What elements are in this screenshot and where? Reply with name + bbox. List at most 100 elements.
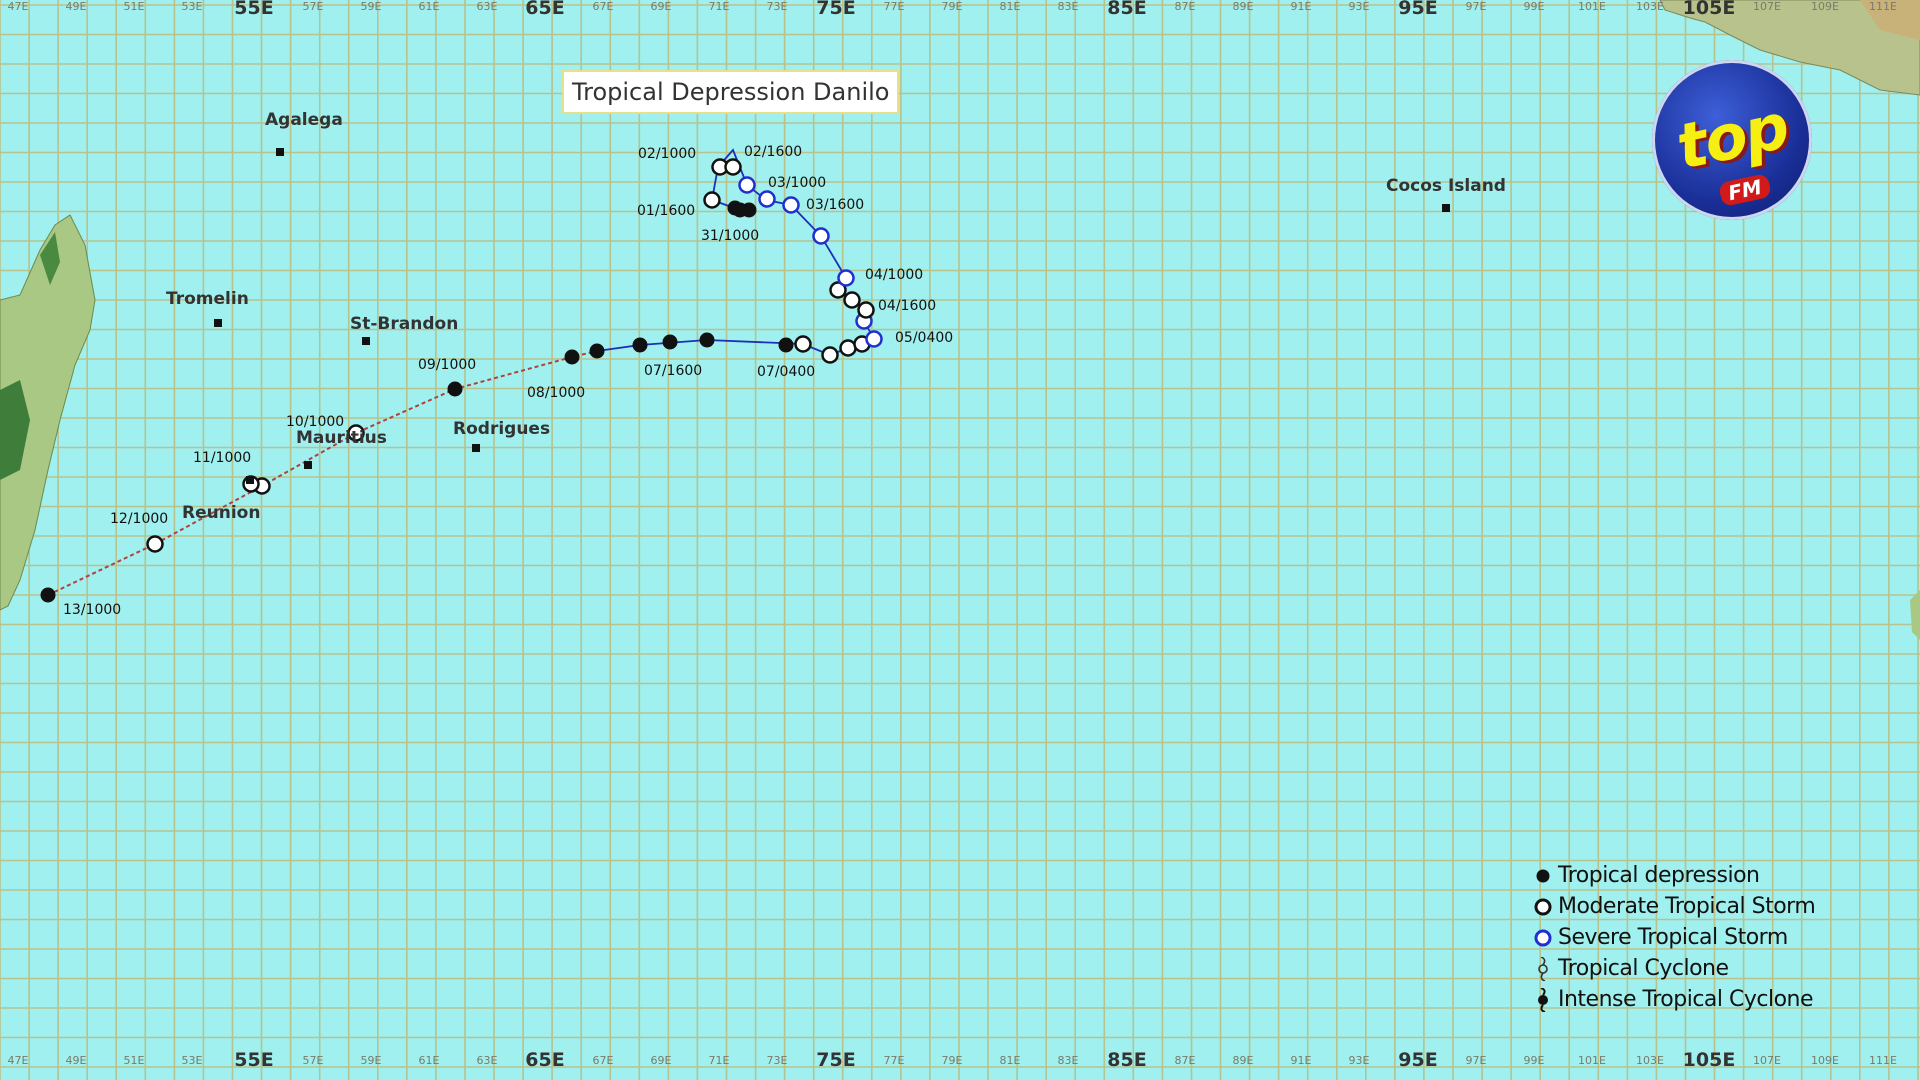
legend: Tropical depression Moderate Tropical St… [1528, 860, 1878, 1015]
longitude-label-minor: 49E [66, 1054, 87, 1067]
place-markers: Agalega Tromelin St-Brandon Mauritius Rodrig… [166, 110, 1506, 523]
place-label-tromelin: Tromelin [166, 289, 249, 309]
open-black-circle-icon [1528, 895, 1558, 919]
open-blue-circle-icon [1528, 926, 1558, 950]
track-label: 09/1000 [418, 357, 476, 373]
track-label: 03/1000 [768, 175, 826, 191]
longitude-label-major: 55E [234, 0, 273, 19]
marker-severe-tropical-storm [865, 330, 883, 348]
place-marker-cocos-island [1442, 204, 1450, 212]
longitude-label-minor: 111E [1869, 0, 1897, 13]
marker-severe-tropical-storm [758, 190, 776, 208]
marker-moderate-tropical-storm [724, 158, 742, 176]
legend-item-moderate-tropical-storm: Moderate Tropical Storm [1528, 891, 1878, 922]
longitude-label-minor: 63E [477, 1054, 498, 1067]
place-marker-mauritius [304, 461, 312, 469]
longitude-label-major: 85E [1107, 1049, 1146, 1071]
marker-moderate-tropical-storm [146, 535, 164, 553]
place-label-cocos-island: Cocos Island [1386, 176, 1506, 196]
marker-tropical-depression [632, 337, 648, 353]
legend-label: Intense Tropical Cyclone [1558, 987, 1814, 1012]
track-label: 31/1000 [701, 228, 759, 244]
filled-dot-icon [1528, 864, 1558, 888]
marker-tropical-depression [589, 343, 605, 359]
longitude-label-minor: 81E [1000, 0, 1021, 13]
longitude-label-minor: 49E [66, 0, 87, 13]
track-label: 05/0400 [895, 330, 953, 346]
longitude-label-minor: 99E [1524, 1054, 1545, 1067]
legend-label: Tropical depression [1558, 863, 1760, 888]
longitude-label-minor: 79E [942, 1054, 963, 1067]
track-label: 02/1000 [638, 146, 696, 162]
longitude-label-major: 105E [1683, 1049, 1736, 1071]
longitude-label-minor: 107E [1753, 1054, 1781, 1067]
track-label: 13/1000 [63, 602, 121, 618]
longitude-label-minor: 89E [1233, 1054, 1254, 1067]
longitude-label-minor: 51E [124, 1054, 145, 1067]
legend-label: Tropical Cyclone [1558, 956, 1729, 981]
longitude-label-minor: 111E [1869, 1054, 1897, 1067]
track-label: 10/1000 [286, 414, 344, 430]
longitude-label-major: 75E [816, 0, 855, 19]
top-fm-logo: top FM [1652, 60, 1812, 220]
longitude-label-minor: 81E [1000, 1054, 1021, 1067]
longitude-label-minor: 67E [593, 0, 614, 13]
longitude-label-minor: 71E [709, 0, 730, 13]
longitude-label-major: 65E [525, 1049, 564, 1071]
longitude-label-minor: 101E [1578, 0, 1606, 13]
marker-moderate-tropical-storm [839, 339, 857, 357]
track-line-dashed [47, 350, 598, 596]
longitude-label-minor: 63E [477, 0, 498, 13]
track-label: 12/1000 [110, 511, 168, 527]
place-marker-tromelin [214, 319, 222, 327]
longitude-label-minor: 87E [1175, 0, 1196, 13]
longitude-label-minor: 97E [1466, 0, 1487, 13]
place-label-mauritius: Mauritius [296, 428, 387, 448]
longitude-label-minor: 53E [182, 1054, 203, 1067]
track-label: 07/0400 [757, 364, 815, 380]
marker-moderate-tropical-storm [703, 191, 721, 209]
place-marker-rodrigues [472, 444, 480, 452]
marker-tropical-depression [564, 349, 580, 365]
map-title: Tropical Depression Danilo [562, 70, 900, 114]
longitude-label-minor: 71E [709, 1054, 730, 1067]
track-label: 04/1600 [878, 298, 936, 314]
longitude-label-minor: 51E [124, 0, 145, 13]
longitude-label-minor: 61E [419, 0, 440, 13]
longitude-label-major: 95E [1398, 0, 1437, 19]
marker-moderate-tropical-storm [794, 335, 812, 353]
marker-tropical-depression [447, 381, 463, 397]
marker-moderate-tropical-storm [843, 291, 861, 309]
longitude-label-major: 65E [525, 0, 564, 19]
longitude-label-minor: 83E [1058, 0, 1079, 13]
logo-sub-text: FM [1718, 173, 1772, 207]
longitude-label-minor: 59E [361, 1054, 382, 1067]
longitude-label-minor: 87E [1175, 1054, 1196, 1067]
track-date-labels: 02/1000 02/1600 03/1000 03/1600 01/1600 31/10… [63, 144, 953, 618]
longitude-label-minor: 69E [651, 1054, 672, 1067]
track-label: 02/1600 [744, 144, 802, 160]
legend-item-intense-tropical-cyclone: Intense Tropical Cyclone [1528, 984, 1878, 1015]
longitude-label-major: 75E [816, 1049, 855, 1071]
longitude-label-minor: 59E [361, 0, 382, 13]
legend-label: Severe Tropical Storm [1558, 925, 1788, 950]
longitude-label-minor: 97E [1466, 1054, 1487, 1067]
place-marker-st-brandon [362, 337, 370, 345]
longitude-label-minor: 57E [303, 0, 324, 13]
marker-moderate-tropical-storm [821, 346, 839, 364]
longitude-label-minor: 91E [1291, 1054, 1312, 1067]
longitude-label-major: 55E [234, 1049, 273, 1071]
place-label-st-brandon: St-Brandon [350, 314, 458, 334]
longitude-label-minor: 47E [8, 0, 29, 13]
marker-tropical-depression [732, 202, 748, 218]
longitude-label-minor: 53E [182, 0, 203, 13]
longitude-label-minor: 77E [884, 1054, 905, 1067]
cyclone-symbol-icon [1528, 956, 1558, 981]
marker-severe-tropical-storm [837, 269, 855, 287]
longitude-label-minor: 109E [1811, 0, 1839, 13]
longitude-label-minor: 93E [1349, 0, 1370, 13]
far-east-coast [1910, 590, 1920, 640]
track-label: 01/1600 [637, 203, 695, 219]
marker-tropical-depression [778, 337, 794, 353]
marker-tropical-depression [699, 332, 715, 348]
